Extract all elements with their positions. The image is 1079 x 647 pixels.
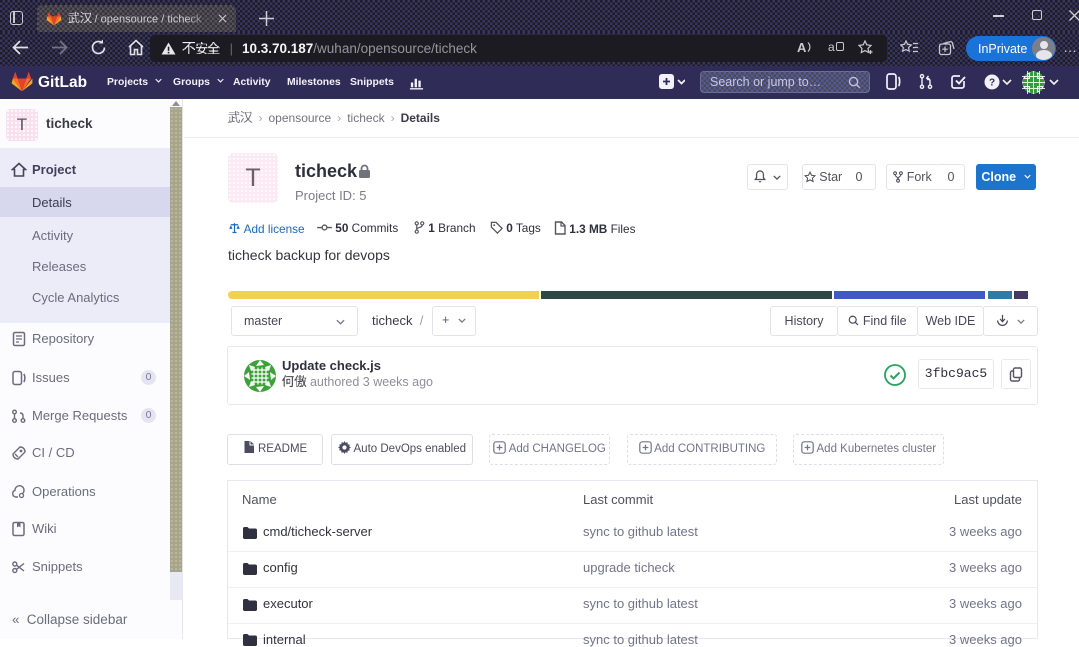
svg-text:?: ? — [989, 78, 995, 89]
